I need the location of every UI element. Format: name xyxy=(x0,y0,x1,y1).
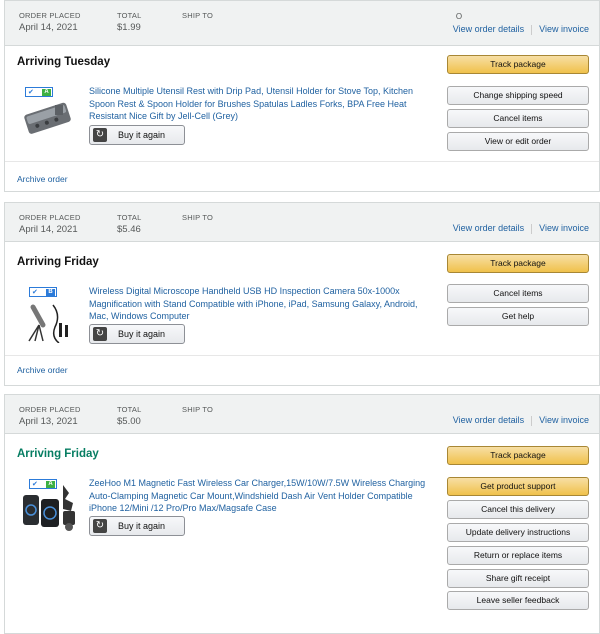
shipment-status: Arriving Tuesday xyxy=(17,56,111,68)
order-placed-date: April 13, 2021 xyxy=(19,416,78,427)
order-total: $1.99 xyxy=(117,22,141,33)
order-header: ORDER PLACED April 14, 2021 TOTAL $5.46 … xyxy=(5,203,599,242)
badge-letter: B xyxy=(46,289,55,296)
link-divider xyxy=(531,415,533,426)
view-order-details-link[interactable]: View order details xyxy=(453,24,524,34)
buy-it-again-button[interactable]: ↻ Buy it again xyxy=(89,516,185,536)
compare-badge: ✔ A xyxy=(25,87,53,97)
track-package-button[interactable]: Track package xyxy=(447,446,589,465)
order-header: ORDER PLACED April 13, 2021 TOTAL $5.00 … xyxy=(5,395,599,434)
get-product-support-button[interactable]: Get product support xyxy=(447,477,589,496)
badge-letter: A xyxy=(46,481,55,488)
section-divider xyxy=(5,161,599,162)
leave-seller-feedback-button[interactable]: Leave seller feedback xyxy=(447,591,589,610)
order-placed-date: April 14, 2021 xyxy=(19,22,78,33)
cancel-items-button[interactable]: Cancel items xyxy=(447,109,589,128)
change-shipping-speed-button[interactable]: Change shipping speed xyxy=(447,86,589,105)
buy-it-again-label: Buy it again xyxy=(118,130,166,140)
view-invoice-link[interactable]: View invoice xyxy=(539,24,589,34)
order-header: ORDER PLACED April 14, 2021 TOTAL $1.99 … xyxy=(5,1,599,46)
view-order-details-link[interactable]: View order details xyxy=(453,415,524,425)
order-card: ORDER PLACED April 14, 2021 TOTAL $1.99 … xyxy=(4,0,600,192)
order-total: $5.46 xyxy=(117,224,141,235)
track-package-button[interactable]: Track package xyxy=(447,55,589,74)
check-icon: ✔ xyxy=(32,481,38,488)
product-image[interactable]: ✔ A xyxy=(19,85,77,135)
order-card: ORDER PLACED April 13, 2021 TOTAL $5.00 … xyxy=(4,394,600,634)
section-divider xyxy=(5,355,599,356)
order-card: ORDER PLACED April 14, 2021 TOTAL $5.46 … xyxy=(4,202,600,386)
track-package-button[interactable]: Track package xyxy=(447,254,589,273)
share-gift-receipt-button[interactable]: Share gift receipt xyxy=(447,569,589,588)
check-icon: ✔ xyxy=(28,89,34,96)
view-or-edit-order-button[interactable]: View or edit order xyxy=(447,132,589,151)
order-status-small: O xyxy=(455,12,463,21)
reorder-icon: ↻ xyxy=(93,128,107,142)
link-divider xyxy=(531,223,533,234)
return-or-replace-items-button[interactable]: Return or replace items xyxy=(447,546,589,565)
archive-order-link[interactable]: Archive order xyxy=(17,174,68,184)
total-label: TOTAL xyxy=(117,213,142,222)
shipment-status: Arriving Friday xyxy=(17,448,99,460)
buy-it-again-label: Buy it again xyxy=(118,521,166,531)
view-order-details-link[interactable]: View order details xyxy=(453,223,524,233)
total-label: TOTAL xyxy=(117,405,142,414)
cancel-this-delivery-button[interactable]: Cancel this delivery xyxy=(447,500,589,519)
check-icon: ✔ xyxy=(32,289,38,296)
order-placed-label: ORDER PLACED xyxy=(19,405,81,414)
update-delivery-instructions-button[interactable]: Update delivery instructions xyxy=(447,523,589,542)
shipment-status: Arriving Friday xyxy=(17,256,99,268)
get-help-button[interactable]: Get help xyxy=(447,307,589,326)
ship-to-label: SHIP TO xyxy=(182,213,213,222)
reorder-icon: ↻ xyxy=(93,327,107,341)
link-divider xyxy=(531,24,533,35)
cancel-items-button[interactable]: Cancel items xyxy=(447,284,589,303)
archive-order-link[interactable]: Archive order xyxy=(17,365,68,375)
buy-it-again-button[interactable]: ↻ Buy it again xyxy=(89,324,185,344)
compare-badge: ✔ A xyxy=(29,479,57,489)
view-invoice-link[interactable]: View invoice xyxy=(539,223,589,233)
order-placed-label: ORDER PLACED xyxy=(19,11,81,20)
compare-badge: ✔ B xyxy=(29,287,57,297)
product-title-link[interactable]: Wireless Digital Microscope Handheld USB… xyxy=(89,285,429,323)
order-total: $5.00 xyxy=(117,416,141,427)
order-placed-label: ORDER PLACED xyxy=(19,213,81,222)
buy-it-again-label: Buy it again xyxy=(118,329,166,339)
total-label: TOTAL xyxy=(117,11,142,20)
buy-it-again-button[interactable]: ↻ Buy it again xyxy=(89,125,185,145)
product-title-link[interactable]: Silicone Multiple Utensil Rest with Drip… xyxy=(89,85,429,123)
order-placed-date: April 14, 2021 xyxy=(19,224,78,235)
product-image[interactable]: ✔ B xyxy=(19,285,77,344)
ship-to-label: SHIP TO xyxy=(182,405,213,414)
view-invoice-link[interactable]: View invoice xyxy=(539,415,589,425)
badge-letter: A xyxy=(42,89,51,96)
ship-to-label: SHIP TO xyxy=(182,11,213,20)
product-title-link[interactable]: ZeeHoo M1 Magnetic Fast Wireless Car Cha… xyxy=(89,477,429,515)
product-image[interactable]: ✔ A xyxy=(19,477,77,531)
reorder-icon: ↻ xyxy=(93,519,107,533)
